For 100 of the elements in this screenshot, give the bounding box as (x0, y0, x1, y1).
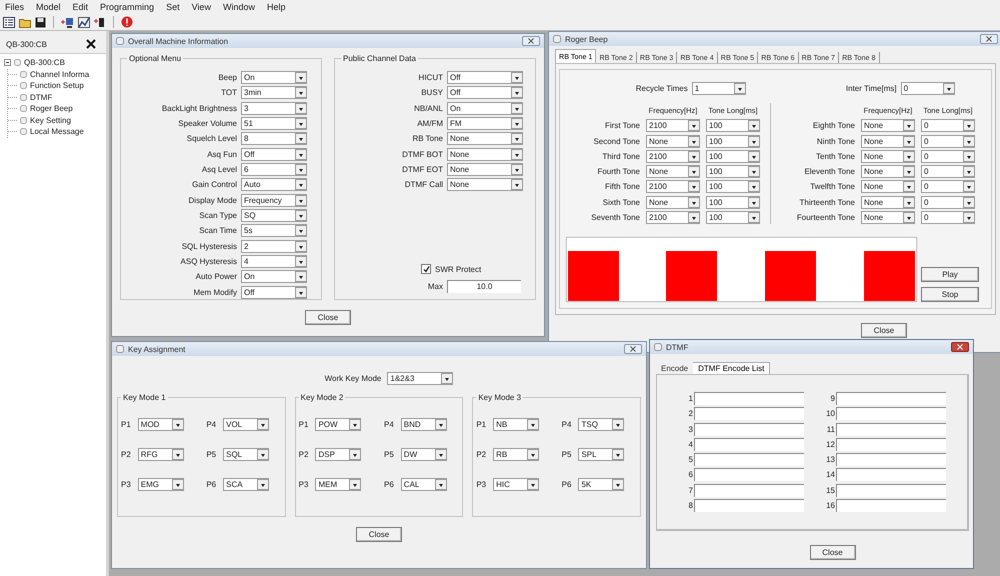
dropdown[interactable]: None (447, 148, 523, 161)
menu-item[interactable]: Programming (100, 2, 154, 12)
tree-item[interactable]: Channel Informa (30, 70, 90, 79)
stop-button[interactable]: Stop (921, 287, 979, 302)
dropdown[interactable]: None (447, 163, 523, 176)
input-field[interactable] (694, 499, 804, 512)
dropdown[interactable]: None (861, 180, 915, 194)
menu-item[interactable]: Edit (72, 2, 88, 12)
input-field[interactable] (694, 484, 804, 497)
dropdown[interactable]: Frequency (241, 194, 307, 207)
dropdown[interactable]: On (447, 102, 523, 115)
dropdown[interactable]: None (861, 134, 915, 148)
dropdown[interactable]: RFG (138, 448, 184, 461)
dropdown[interactable]: MOD (138, 418, 184, 431)
dropdown[interactable]: None (646, 196, 700, 209)
dropdown[interactable]: Off (241, 286, 307, 299)
chart-icon[interactable] (78, 16, 90, 28)
list-icon[interactable] (3, 16, 15, 28)
input-field[interactable] (836, 422, 946, 436)
menu-item[interactable]: Model (36, 2, 61, 12)
close-button[interactable] (522, 36, 540, 46)
dropdown[interactable]: POW (315, 418, 362, 431)
dropdown[interactable]: 100 (706, 211, 760, 224)
dropdown[interactable]: 0 (921, 119, 975, 132)
tree-item[interactable]: Key Setting (30, 116, 71, 125)
menu-item[interactable]: Window (222, 2, 255, 12)
dropdown[interactable]: None (646, 165, 700, 178)
dropdown[interactable]: 0 (921, 165, 975, 178)
input-field[interactable] (836, 438, 946, 451)
dropdown[interactable]: On (241, 270, 307, 284)
dropdown[interactable]: None (861, 211, 915, 224)
dropdown[interactable]: 2100 (646, 180, 700, 194)
dropdown[interactable]: 0 (921, 196, 975, 209)
dropdown[interactable]: VOL (223, 418, 270, 431)
dropdown[interactable]: None (447, 132, 523, 146)
menu-item[interactable]: Help (266, 2, 286, 12)
dropdown[interactable]: 2100 (646, 150, 700, 163)
dropdown[interactable]: 2100 (646, 211, 700, 224)
dropdown[interactable]: 0 (921, 150, 975, 163)
input-field[interactable] (836, 499, 946, 512)
dropdown[interactable]: DW (400, 448, 447, 461)
close-icon[interactable] (86, 39, 96, 49)
dropdown[interactable]: 100 (706, 165, 760, 178)
input-field[interactable] (836, 392, 946, 405)
dropdown[interactable]: On (241, 71, 307, 84)
menu-item[interactable]: View (192, 2, 211, 12)
dropdown[interactable]: Off (447, 86, 523, 100)
dropdown[interactable]: FM (447, 117, 523, 130)
input-field[interactable] (694, 438, 804, 451)
dropdown[interactable]: 6 (241, 163, 307, 176)
dropdown[interactable]: SQL (223, 448, 270, 461)
tree-item[interactable]: QB-300:CB (24, 58, 65, 68)
input-field[interactable] (694, 392, 804, 405)
input-field[interactable] (694, 407, 804, 420)
dropdown[interactable]: Off (447, 71, 523, 84)
input-field[interactable] (836, 484, 946, 497)
dropdown[interactable]: SQ (241, 209, 307, 222)
input-field[interactable] (836, 453, 946, 466)
dropdown[interactable]: NB (493, 418, 540, 431)
dropdown[interactable]: 100 (706, 134, 760, 148)
close-button[interactable] (624, 344, 642, 354)
dropdown[interactable]: BND (400, 418, 447, 431)
dropdown[interactable]: RB (493, 448, 540, 461)
monitor-arrow-icon[interactable] (61, 16, 74, 28)
dropdown[interactable]: SPL (578, 448, 624, 461)
input-field[interactable] (836, 468, 946, 482)
close-button[interactable]: Close (810, 545, 856, 560)
dropdown[interactable]: TSQ (578, 418, 624, 431)
close-button[interactable] (980, 34, 998, 44)
dropdown[interactable]: None (861, 196, 915, 209)
dropdown[interactable]: 100 (706, 180, 760, 194)
close-button[interactable]: Close (356, 527, 402, 542)
dropdown[interactable]: None (861, 150, 915, 163)
close-button[interactable]: Close (305, 310, 351, 325)
dropdown[interactable]: None (861, 119, 915, 132)
input-field[interactable] (694, 468, 804, 482)
input-field[interactable] (694, 422, 804, 436)
dropdown[interactable]: 8 (241, 132, 307, 146)
dropdown[interactable]: 2 (241, 240, 307, 253)
dropdown[interactable]: 5s (241, 224, 307, 238)
dropdown[interactable]: SCA (223, 478, 270, 491)
input-field[interactable] (694, 453, 804, 466)
close-button[interactable] (951, 342, 969, 352)
tree-item[interactable]: DTMF (30, 92, 52, 102)
chip-arrow-icon[interactable] (94, 16, 106, 28)
dropdown[interactable]: 3 (241, 102, 307, 115)
dropdown[interactable]: 100 (706, 196, 760, 209)
dropdown[interactable]: 4 (241, 255, 307, 268)
dropdown[interactable]: EMG (138, 478, 184, 491)
tab[interactable]: Encode (656, 363, 694, 374)
dropdown[interactable]: 3min (241, 86, 307, 100)
dropdown[interactable]: 51 (241, 117, 307, 130)
input-field[interactable] (836, 407, 946, 420)
menu-item[interactable]: Set (166, 2, 180, 12)
dropdown[interactable]: 0 (921, 134, 975, 148)
folder-icon[interactable] (19, 16, 31, 28)
checkbox[interactable] (421, 264, 431, 274)
dropdown[interactable]: 100 (706, 150, 760, 163)
dropdown[interactable]: None (646, 134, 700, 148)
play-button[interactable]: Play (921, 267, 979, 282)
